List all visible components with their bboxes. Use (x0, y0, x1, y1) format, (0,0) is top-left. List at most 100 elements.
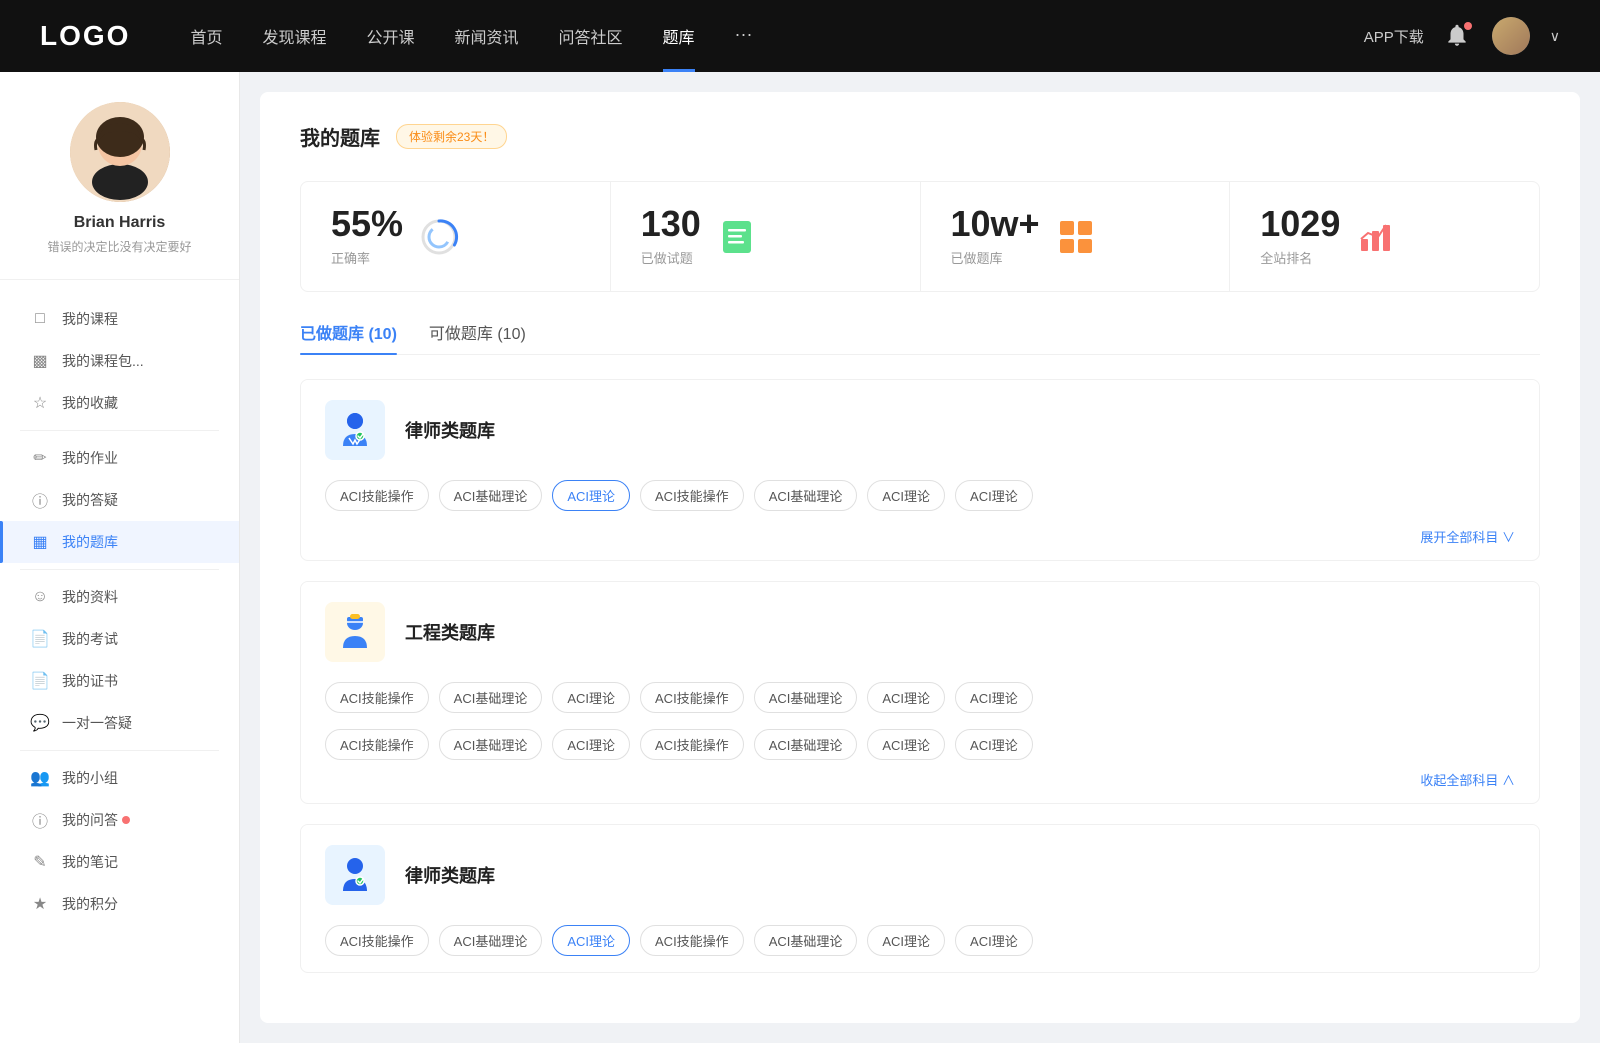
page-header: 我的题库 体验剩余23天！ (300, 122, 1540, 151)
sidebar-divider-2 (20, 569, 219, 570)
star-icon: ☆ (30, 393, 50, 413)
eng-tag-11[interactable]: ACI技能操作 (640, 729, 744, 760)
nav-logo: LOGO (40, 20, 130, 52)
qbank-header-1: 律师类题库 (301, 380, 1539, 480)
sidebar-item-exam[interactable]: 📄 我的考试 (0, 618, 239, 660)
lawyer2-tag-4[interactable]: ACI技能操作 (640, 925, 744, 956)
lawyer2-tag-7[interactable]: ACI理论 (955, 925, 1033, 956)
sidebar-item-qbank[interactable]: ▦ 我的题库 (0, 521, 239, 563)
eng-tag-1[interactable]: ACI技能操作 (325, 682, 429, 713)
sidebar-item-1v1[interactable]: 💬 一对一答疑 (0, 702, 239, 744)
table-icon: ▦ (30, 532, 50, 552)
eng-tag-10[interactable]: ACI理论 (552, 729, 630, 760)
sidebar-item-points[interactable]: ★ 我的积分 (0, 883, 239, 925)
sidebar-item-questions[interactable]: ⓘ 我的问答 (0, 799, 239, 841)
sidebar-divider-3 (20, 750, 219, 751)
question-icon: ⓘ (30, 490, 50, 510)
qbank-name-3: 律师类题库 (405, 862, 495, 888)
bar-chart-icon (1356, 217, 1396, 257)
nav-link-qbank[interactable]: 题库 (663, 24, 695, 48)
nav-more[interactable]: ··· (735, 24, 753, 48)
tag-aci-theory-3[interactable]: ACI理论 (955, 480, 1033, 511)
qbank-name-1: 律师类题库 (405, 417, 495, 443)
stat-label-global-rank: 全站排名 (1260, 248, 1340, 267)
sidebar-item-notes[interactable]: ✎ 我的笔记 (0, 841, 239, 883)
tag-aci-theory-basic-1[interactable]: ACI基础理论 (439, 480, 543, 511)
stat-correct-rate: 55% 正确率 (301, 182, 611, 291)
nav-avatar-image (1492, 17, 1530, 55)
tag-aci-theory-2[interactable]: ACI理论 (867, 480, 945, 511)
eng-tag-12[interactable]: ACI基础理论 (754, 729, 858, 760)
eng-tag-6[interactable]: ACI理论 (867, 682, 945, 713)
lawyer2-tag-5[interactable]: ACI基础理论 (754, 925, 858, 956)
qbank-icon-lawyer (325, 400, 385, 460)
bar-icon: ▩ (30, 351, 50, 371)
tab-available-qbank[interactable]: 可做题库 (10) (429, 320, 526, 354)
nav-link-open[interactable]: 公开课 (366, 24, 414, 48)
eng-tag-14[interactable]: ACI理论 (955, 729, 1033, 760)
nav-link-qa[interactable]: 问答社区 (559, 24, 623, 48)
sidebar: Brian Harris 错误的决定比没有决定要好 □ 我的课程 ▩ 我的课程包… (0, 72, 240, 1043)
file-icon: □ (30, 309, 50, 329)
qbank-tags-row1-3: ACI技能操作 ACI基础理论 ACI理论 ACI技能操作 ACI基础理论 AC… (301, 925, 1539, 972)
navbar: LOGO 首页 发现课程 公开课 新闻资讯 问答社区 题库 ··· APP下载 … (0, 0, 1600, 72)
trial-badge: 体验剩余23天！ (396, 124, 507, 149)
stat-done-qbanks: 10w+ 已做题库 (921, 182, 1231, 291)
sidebar-item-group[interactable]: 👥 我的小组 (0, 757, 239, 799)
nav-link-discover[interactable]: 发现课程 (262, 24, 326, 48)
qbank-icon-lawyer-2 (325, 845, 385, 905)
qbank-expand-1[interactable]: 展开全部科目 ∨ (301, 527, 1539, 560)
score-icon: ★ (30, 894, 50, 914)
lawyer2-tag-2[interactable]: ACI基础理论 (439, 925, 543, 956)
nav-chevron-icon[interactable]: ∨ (1550, 28, 1560, 45)
tag-aci-basic-2[interactable]: ACI基础理论 (754, 480, 858, 511)
eng-tag-8[interactable]: ACI技能操作 (325, 729, 429, 760)
nav-avatar[interactable] (1492, 17, 1530, 55)
qbank-collapse-2[interactable]: 收起全部科目 ∧ (301, 770, 1539, 803)
pie-chart-icon (419, 217, 459, 257)
stat-label-done-questions: 已做试题 (641, 248, 701, 267)
qbank-tags-row1-1: ACI技能操作 ACI基础理论 ACI理论 ACI技能操作 ACI基础理论 AC… (301, 480, 1539, 527)
tab-done-qbank[interactable]: 已做题库 (10) (300, 320, 397, 354)
eng-tag-5[interactable]: ACI基础理论 (754, 682, 858, 713)
nav-bell-button[interactable] (1444, 22, 1472, 50)
qbank-header-2: 工程类题库 (301, 582, 1539, 682)
stat-label-done-qbanks: 已做题库 (951, 248, 1040, 267)
sidebar-menu: □ 我的课程 ▩ 我的课程包... ☆ 我的收藏 ✏ 我的作业 ⓘ 我的答疑 ▦ (0, 290, 239, 933)
qbank-tags-row1-2: ACI技能操作 ACI基础理论 ACI理论 ACI技能操作 ACI基础理论 AC… (301, 682, 1539, 729)
qa-dot-badge (122, 816, 130, 824)
lawyer2-tag-3[interactable]: ACI理论 (552, 925, 630, 956)
stat-value-global-rank: 1029 (1260, 206, 1340, 242)
sidebar-item-qa[interactable]: ⓘ 我的答疑 (0, 479, 239, 521)
eng-tag-9[interactable]: ACI基础理论 (439, 729, 543, 760)
eng-tag-7[interactable]: ACI理论 (955, 682, 1033, 713)
sidebar-item-homework[interactable]: ✏ 我的作业 (0, 437, 239, 479)
eng-tag-13[interactable]: ACI理论 (867, 729, 945, 760)
sidebar-item-cert[interactable]: 📄 我的证书 (0, 660, 239, 702)
eng-tag-3[interactable]: ACI理论 (552, 682, 630, 713)
sidebar-item-course-pack[interactable]: ▩ 我的课程包... (0, 340, 239, 382)
lawyer2-tag-6[interactable]: ACI理论 (867, 925, 945, 956)
qbank-section-lawyer-1: 律师类题库 ACI技能操作 ACI基础理论 ACI理论 ACI技能操作 ACI基… (300, 379, 1540, 561)
tag-aci-ops-1[interactable]: ACI技能操作 (325, 480, 429, 511)
sidebar-item-profile[interactable]: ☺ 我的资料 (0, 576, 239, 618)
qa-icon: ⓘ (30, 810, 50, 830)
profile-avatar (70, 102, 170, 202)
tag-aci-theory-1[interactable]: ACI理论 (552, 480, 630, 511)
lawyer2-tag-1[interactable]: ACI技能操作 (325, 925, 429, 956)
profile-section: Brian Harris 错误的决定比没有决定要好 (0, 102, 239, 280)
nav-bell-dot (1464, 22, 1472, 30)
qbank-icon-engineer (325, 602, 385, 662)
nav-link-home[interactable]: 首页 (190, 24, 222, 48)
user-icon: ☺ (30, 587, 50, 607)
layout: Brian Harris 错误的决定比没有决定要好 □ 我的课程 ▩ 我的课程包… (0, 72, 1600, 1043)
eng-tag-4[interactable]: ACI技能操作 (640, 682, 744, 713)
sidebar-item-my-course[interactable]: □ 我的课程 (0, 298, 239, 340)
cert-icon: 📄 (30, 671, 50, 691)
tag-aci-ops-2[interactable]: ACI技能操作 (640, 480, 744, 511)
nav-app-download[interactable]: APP下载 (1364, 26, 1424, 47)
nav-link-news[interactable]: 新闻资讯 (455, 24, 519, 48)
eng-tag-2[interactable]: ACI基础理论 (439, 682, 543, 713)
sidebar-item-collect[interactable]: ☆ 我的收藏 (0, 382, 239, 424)
grid-doc-icon (1056, 217, 1096, 257)
